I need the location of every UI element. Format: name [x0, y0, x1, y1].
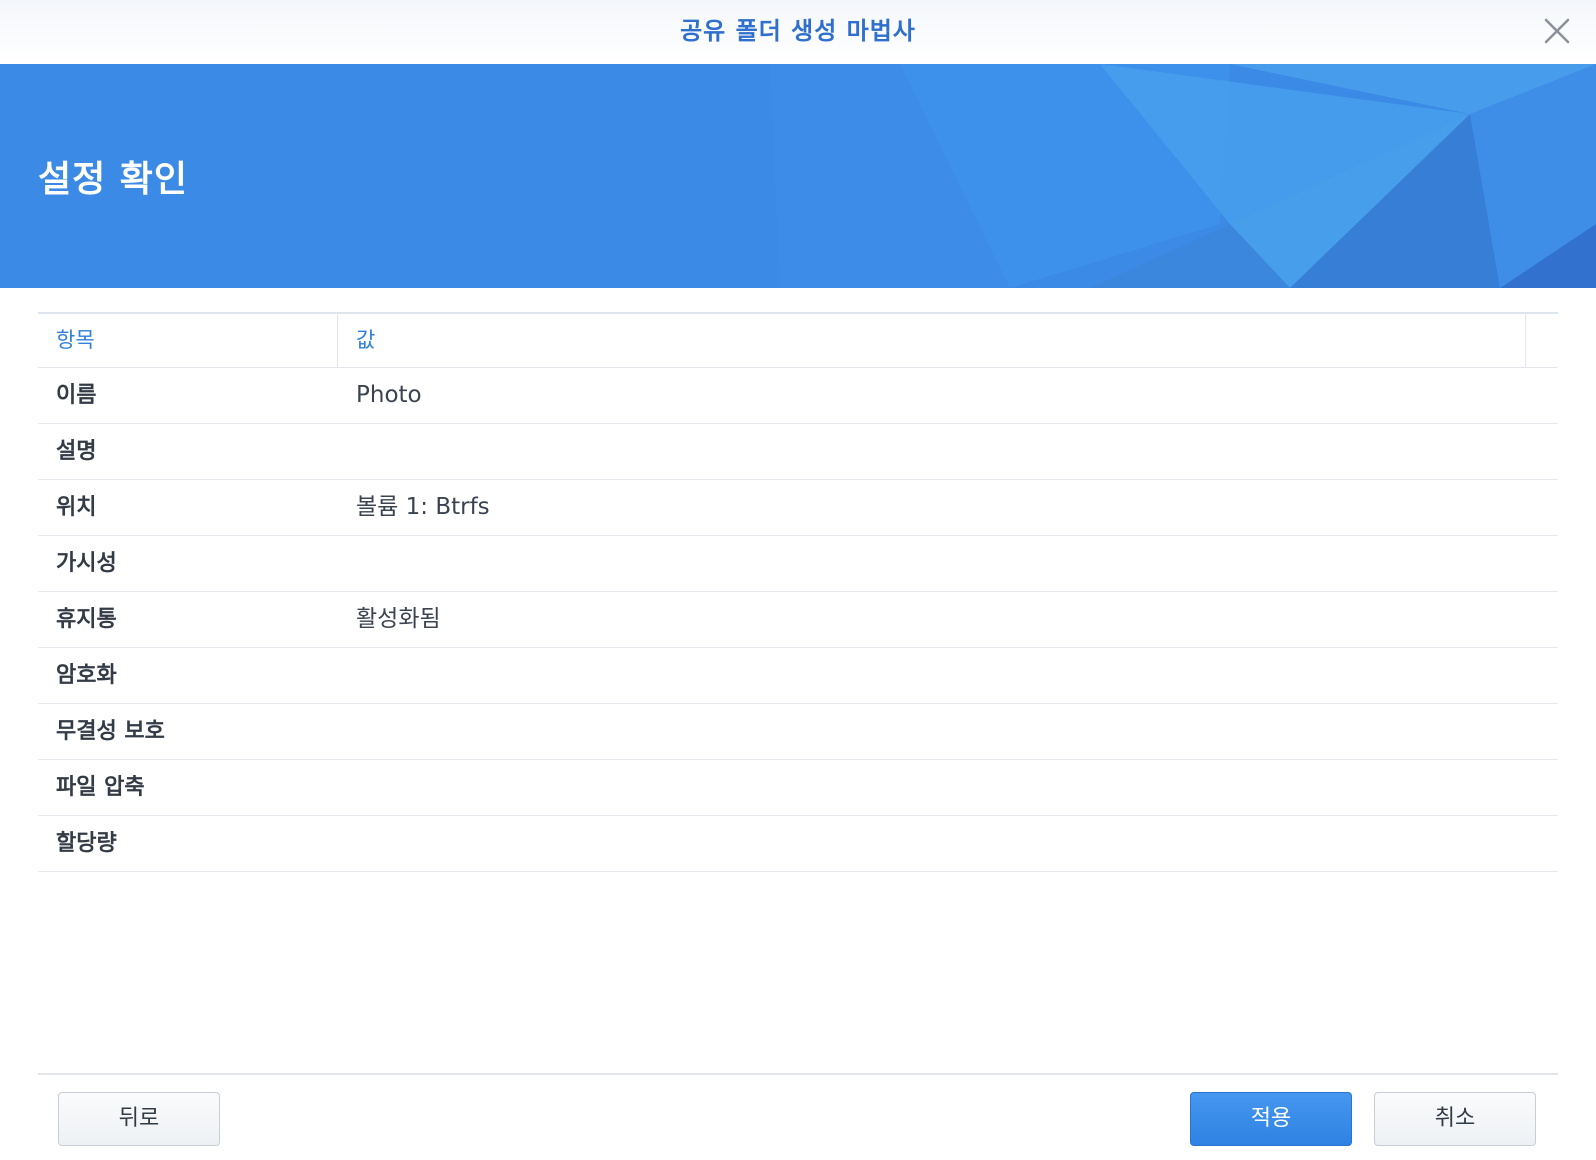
row-value: [338, 536, 1558, 591]
row-label: 가시성: [56, 551, 117, 576]
table-row[interactable]: 할당량: [38, 816, 1558, 872]
window-title: 공유 폴더 생성 마법사: [680, 17, 916, 45]
header-banner: 설정 확인: [0, 64, 1596, 288]
row-value: [338, 760, 1558, 815]
table-row[interactable]: 이름 Photo: [38, 368, 1558, 424]
cancel-button[interactable]: 취소: [1374, 1092, 1536, 1146]
banner-background: [0, 64, 1596, 288]
row-label: 무결성 보호: [56, 719, 165, 744]
row-label: 위치: [56, 495, 97, 520]
table-row[interactable]: 파일 압축: [38, 760, 1558, 816]
page-heading: 설정 확인: [38, 159, 189, 200]
row-label: 암호화: [56, 663, 117, 688]
title-bar: 공유 폴더 생성 마법사: [0, 0, 1596, 64]
row-value: 활성화됨: [356, 606, 441, 632]
row-label: 이름: [56, 383, 97, 408]
table-row[interactable]: 암호화: [38, 648, 1558, 704]
row-label: 설명: [56, 439, 97, 464]
close-icon: [1544, 18, 1570, 44]
wizard-window: 공유 폴더 생성 마법사 설정 확인 항목 값 이름 Photo 설명 위치 볼…: [0, 0, 1596, 1160]
column-header-spacer: [1526, 314, 1558, 367]
table-row[interactable]: 무결성 보호: [38, 704, 1558, 760]
table-row[interactable]: 위치 볼륨 1: Btrfs: [38, 480, 1558, 536]
column-header-item[interactable]: 항목: [38, 314, 338, 367]
row-value: [338, 648, 1558, 703]
row-value: Photo: [356, 382, 422, 408]
settings-summary-table: 항목 값 이름 Photo 설명 위치 볼륨 1: Btrfs 가시성 휴지통 …: [38, 312, 1558, 872]
apply-button[interactable]: 적용: [1190, 1092, 1352, 1146]
table-header: 항목 값: [38, 312, 1558, 368]
row-value: [338, 704, 1558, 759]
table-row[interactable]: 휴지통 활성화됨: [38, 592, 1558, 648]
close-button[interactable]: [1540, 14, 1574, 48]
row-value: [338, 816, 1558, 871]
row-label: 파일 압축: [56, 775, 145, 800]
back-button[interactable]: 뒤로: [58, 1092, 220, 1146]
footer-divider: [38, 1073, 1558, 1075]
row-label: 할당량: [56, 831, 117, 856]
column-header-value[interactable]: 값: [338, 314, 1526, 367]
row-label: 휴지통: [56, 607, 117, 632]
table-row[interactable]: 가시성: [38, 536, 1558, 592]
row-value: [338, 424, 1558, 479]
row-value: 볼륨 1: Btrfs: [356, 494, 490, 520]
table-row[interactable]: 설명: [38, 424, 1558, 480]
